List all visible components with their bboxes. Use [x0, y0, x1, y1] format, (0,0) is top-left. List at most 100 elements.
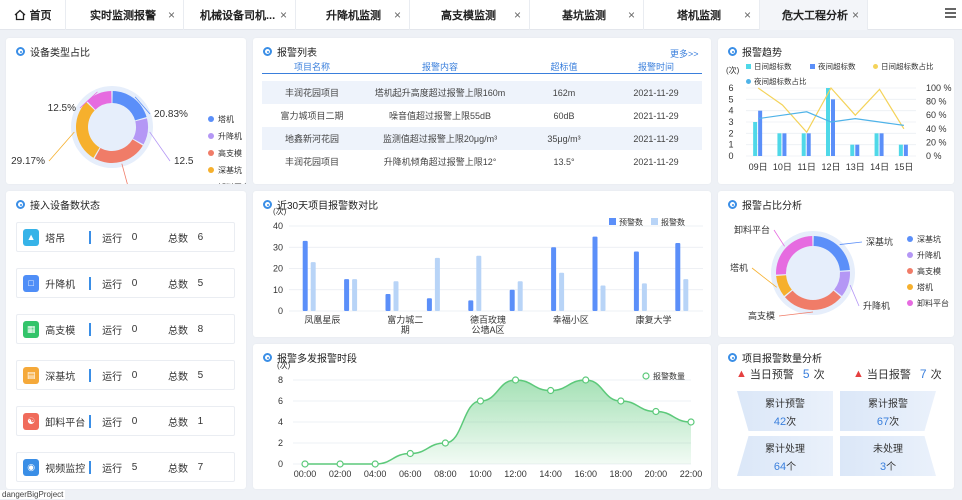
tab-home[interactable]: 首页 [0, 0, 66, 30]
cell: 噪音值超过报警上限55dB [388, 111, 492, 121]
device-share-card: 设备类型占比 20.83%12.525%29.17%12.5%塔机升降机高支模深… [6, 38, 246, 184]
table-row[interactable]: 丰润花园项目 升降机倾角超过报警上限12° 13.5° 2021-11-29 [262, 150, 702, 173]
divider [89, 368, 92, 382]
foundation-pit-icon: ▤ [23, 366, 40, 384]
run-value: 0 [131, 231, 138, 243]
cell: 丰润花园项目 [284, 157, 339, 167]
tab-realtime-alarm[interactable]: 实时监测报警 × [66, 0, 184, 30]
close-icon[interactable]: × [280, 8, 287, 22]
bar [683, 279, 689, 311]
table-row[interactable]: 地鑫新河花园 监测值超过报警上限20μg/m³ 35μg/m³ 2021-11-… [262, 127, 702, 150]
alarm-share-card: 报警占比分析 深基坑 升降机 高支模 塔机 卸料平台 深基坑 升降机 高支模 塔机 卸料平台 [718, 191, 954, 337]
tab-label: 危大工程分析 [782, 10, 848, 22]
bar [903, 144, 908, 156]
tab-danger-analysis[interactable]: 危大工程分析 × [760, 0, 868, 30]
cell: 13.5° [553, 156, 575, 167]
x-tick-label: 08:00 [434, 469, 457, 479]
alarm-table: 项目名称 报警内容 超标值 报警时间 丰润花园项目 塔机起升高度超过报警上限16… [262, 59, 702, 173]
close-icon[interactable]: × [394, 8, 401, 22]
device-name: 视频监控 [45, 463, 86, 475]
pie-value-label: 12.5 [174, 156, 194, 167]
run-label: 运行 [102, 279, 123, 291]
device-row[interactable]: ▲ 塔吊 运行 0 总数 6 [16, 222, 235, 252]
y-tick-label: 0 [278, 459, 283, 469]
title-dot-icon [728, 353, 737, 362]
legend-marker [746, 79, 751, 84]
data-point [441, 439, 449, 447]
pie-value-label: 20.83% [154, 109, 188, 120]
tab-pit-monitor[interactable]: 基坑监测 × [530, 0, 644, 30]
device-row[interactable]: □ 升降机 运行 0 总数 5 [16, 268, 235, 298]
y-tick-label: 1 [728, 140, 733, 150]
legend-label: 升降机 [917, 250, 941, 260]
tile-unit: 个 [886, 461, 897, 473]
y-tick-label: 0 [278, 306, 283, 316]
device-name: 塔吊 [45, 233, 66, 245]
bar [592, 236, 598, 311]
x-tick-label: 公墙A区 [471, 324, 504, 335]
close-icon[interactable]: × [628, 8, 635, 22]
tile-total-warn: 累计预警 42次 [737, 391, 833, 431]
menu-icon[interactable] [945, 6, 956, 21]
legend-label: 卸料平台 [218, 182, 246, 184]
data-point [406, 449, 414, 458]
device-row[interactable]: ◉ 视频监控 运行 5 总数 7 [16, 452, 235, 482]
table-row[interactable]: 富力城项目二期 噪音值超过报警上限55dB 60dB 2021-11-29 [262, 104, 702, 127]
device-row[interactable]: ☯ 卸料平台 运行 0 总数 1 [16, 406, 235, 436]
close-icon[interactable]: × [744, 8, 751, 22]
y-tick-label: 4 [278, 417, 283, 427]
close-icon[interactable]: × [852, 8, 859, 22]
total-label: 总数 [168, 279, 189, 291]
tab-tower-monitor[interactable]: 塔机监测 × [644, 0, 760, 30]
close-icon[interactable]: × [514, 8, 521, 22]
device-share-pie: 20.83%12.525%29.17%12.5%塔机升降机高支模深基坑卸料平台 [11, 86, 246, 184]
alarm-trend-chart: 日间超标数 夜间超标数 日间超标数占比夜间超标数占比(次)01234560 %20 … [726, 61, 952, 172]
legend-marker [873, 64, 878, 69]
legend-marker [746, 64, 751, 69]
x-tick-label: 22:00 [680, 469, 703, 479]
siren-icon: ▲ [853, 368, 864, 380]
device-row[interactable]: ▦ 高支模 运行 0 总数 8 [16, 314, 235, 344]
data-point [652, 407, 660, 416]
legend-label: 预警数 [619, 217, 643, 227]
legend-label: 塔机 [218, 114, 234, 124]
bar [826, 88, 830, 156]
bar [898, 144, 903, 156]
tile-total-alarm: 累计报警 67次 [840, 391, 936, 431]
tab-label: 升降机监测 [326, 10, 381, 22]
legend-label: 高支模 [917, 266, 941, 276]
bar [831, 99, 835, 156]
y-tick-label: 10 [273, 285, 283, 295]
bar [509, 289, 515, 311]
device-row[interactable]: ▤ 深基坑 运行 0 总数 5 [16, 360, 235, 390]
table-row[interactable]: 丰润花园项目 塔机起升高度超过报警上限160m 162m 2021-11-29 [262, 81, 702, 104]
today-alarm-unit: 次 [930, 369, 942, 381]
header-project: 项目名称 [293, 61, 330, 72]
close-icon[interactable]: × [168, 8, 175, 22]
data-point [371, 460, 379, 468]
legend-label: 升降机 [218, 131, 242, 141]
today-warn-label: 当日预警 [749, 369, 794, 381]
bar [806, 133, 811, 156]
tab-formwork-monitor[interactable]: 高支模监测 × [410, 0, 530, 30]
bar [641, 283, 647, 311]
tab-machine-driver[interactable]: 机械设备司机... × [184, 0, 296, 30]
tab-label: 塔机监测 [677, 10, 721, 22]
bar [344, 279, 350, 311]
bar [675, 243, 681, 311]
legend-marker [907, 300, 913, 306]
pie-label: 高支模 [748, 310, 775, 321]
data-point [301, 460, 309, 468]
run-label: 运行 [102, 417, 123, 429]
bar [468, 300, 474, 311]
header-content: 报警内容 [421, 61, 458, 72]
divider [89, 322, 92, 336]
x-tick-label: 00:00 [294, 469, 317, 479]
bar [385, 294, 391, 311]
total-label: 总数 [168, 233, 189, 245]
total-value: 5 [197, 277, 204, 289]
x-tick-label: 12:00 [504, 469, 527, 479]
tab-elevator-monitor[interactable]: 升降机监测 × [296, 0, 410, 30]
x-tick-label: 18:00 [610, 469, 633, 479]
title-dot-icon [16, 200, 25, 209]
